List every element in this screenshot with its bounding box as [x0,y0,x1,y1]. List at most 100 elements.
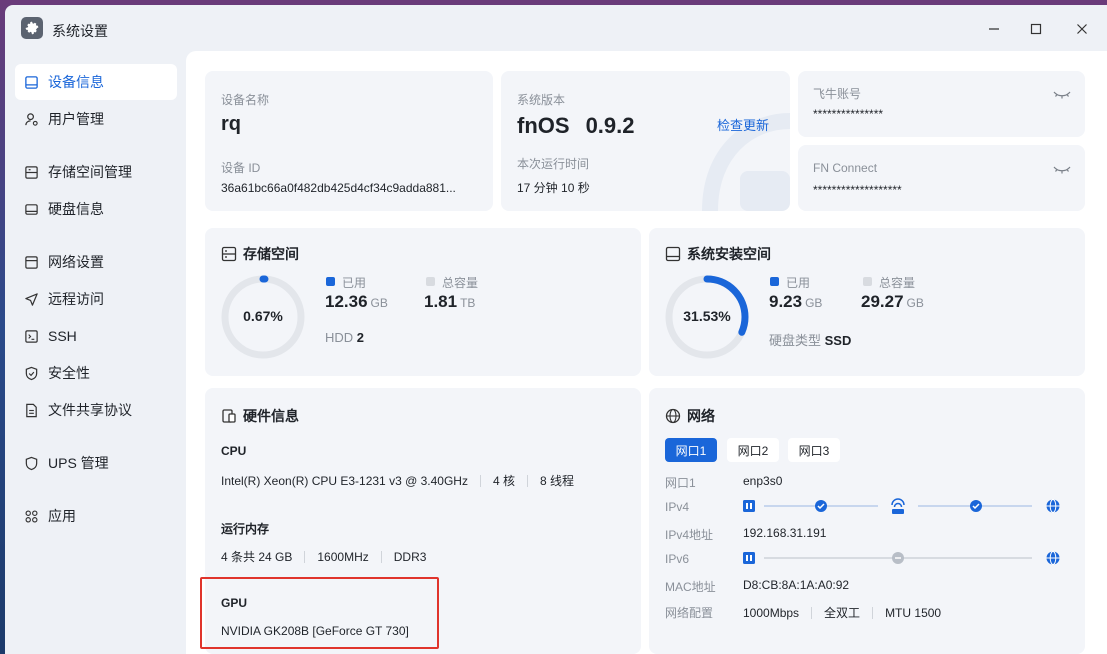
sidebar-item-device-info[interactable]: 设备信息 [15,64,177,100]
fn-connect-value: ******************* [813,183,902,197]
mac-value: D8:CB:8A:1A:A0:92 [743,578,850,592]
hardware-title: 硬件信息 [221,406,299,426]
sidebar-item-users[interactable]: 用户管理 [15,101,177,137]
check-update-link[interactable]: 检查更新 [717,115,769,134]
total-legend-dot [426,277,435,286]
memory-size: 4 条共 24 GB [221,550,293,564]
storage-icon [23,164,39,180]
ipv4-connection-path [743,498,1060,514]
os-name: fnOS [517,113,570,138]
ipv4-label: IPv4 [665,500,690,514]
sidebar-item-label: SSH [48,328,77,344]
sidebar-item-label: 网络设置 [48,254,104,270]
ipv4-address-label: IPv4地址 [665,528,714,542]
sidebar-item-ssh[interactable]: SSH [15,318,177,354]
feiniu-account-value: *************** [813,107,884,121]
device-card: 设备名称 rq 设备 ID 36a61bc66a0f482db425d4cf34… [205,71,493,211]
feiniu-account-card: 飞牛账号 *************** [798,71,1085,137]
storage-title-text: 存储空间 [243,246,299,262]
cpu-threads: 8 线程 [539,474,574,488]
server-icon [743,552,755,564]
used-legend-dot [326,277,335,286]
sidebar-item-ups[interactable]: UPS 管理 [15,445,177,481]
cpu-label: CPU [221,444,247,458]
server-icon [743,500,755,512]
sidebar-item-disks[interactable]: 硬盘信息 [15,191,177,227]
used-legend-dot [770,277,779,286]
system-disk-type: 硬盘类型 SSD [769,333,852,348]
network-config-value: 1000Mbps 全双工 MTU 1500 [743,604,941,621]
system-install-total-value: 29.27 GB [861,292,924,311]
sidebar-item-security[interactable]: 安全性 [15,355,177,391]
memory-type: DDR3 [393,549,427,564]
sidebar: 设备信息 用户管理 存储空间管理 硬盘信息 网络设置 远程访问 SSH 安全性 [5,51,185,654]
tab-port-1[interactable]: 网口1 [665,438,717,462]
fn-connect-label: FN Connect [813,161,878,175]
file-icon [23,402,39,418]
user-icon [23,111,39,127]
maximize-button[interactable] [1025,18,1047,40]
storage-used-value: 12.36 GB [325,292,388,311]
system-disk-icon [665,246,681,262]
globe-icon [665,408,681,424]
storage-total-value: 1.81 TB [424,292,476,311]
apps-icon [23,508,39,524]
sidebar-item-storage[interactable]: 存储空间管理 [15,154,177,190]
system-install-total-label: 总容量 [879,276,916,290]
network-icon [23,254,39,270]
network-title-text: 网络 [687,408,715,424]
terminal-icon [23,328,39,344]
settings-window: 系统设置 设备信息 用户管理 存储空间管理 硬盘信息 网络设置 远程访问 SSH… [5,5,1107,654]
tab-port-2[interactable]: 网口2 [727,438,779,462]
remote-icon [23,291,39,307]
system-version: fnOS 0.9.2 [517,113,635,139]
mtu-value: MTU 1500 [885,605,942,620]
ipv4-address-value: 192.168.31.191 [743,526,827,540]
link-speed: 1000Mbps [743,605,800,620]
eye-hidden-icon[interactable] [1053,88,1071,100]
total-legend-dot [863,277,872,286]
device-id-label: 设备 ID [221,161,261,175]
sidebar-item-label: 安全性 [48,365,90,381]
system-install-title: 系统安装空间 [665,244,771,264]
device-name: rq [221,113,241,135]
gpu-highlight-box [200,577,439,649]
sidebar-item-apps[interactable]: 应用 [15,498,177,534]
close-button[interactable] [1071,18,1093,40]
storage-card: 存储空间 0.67% 已用 12.36 GB 总容量 1.81 TB HDD 2 [205,228,641,376]
disk-icon [23,201,39,217]
port-value: enp3s0 [743,474,783,488]
system-install-used-value: 9.23 GB [769,292,823,311]
minimize-button[interactable] [983,18,1005,40]
storage-title: 存储空间 [221,244,299,264]
network-title: 网络 [665,406,715,426]
uptime-label: 本次运行时间 [517,157,590,171]
sidebar-item-label: 用户管理 [48,111,104,127]
storage-percent: 0.67% [243,308,283,324]
sidebar-item-label: 存储空间管理 [48,164,132,180]
main-content: 设备名称 rq 设备 ID 36a61bc66a0f482db425d4cf34… [186,51,1107,654]
sidebar-item-remote[interactable]: 远程访问 [15,281,177,317]
cpu-cores: 4 核 [492,474,515,488]
sidebar-item-file-sharing[interactable]: 文件共享协议 [15,392,177,428]
sidebar-item-label: UPS 管理 [48,455,109,471]
eye-hidden-icon[interactable] [1053,163,1071,175]
ipv6-label: IPv6 [665,552,690,566]
storage-icon [221,246,237,262]
system-install-card: 系统安装空间 31.53% 已用 9.23 GB 总容量 29.27 GB 硬盘类型… [649,228,1085,376]
hardware-icon [222,409,236,423]
system-version-label: 系统版本 [517,93,566,107]
device-name-label: 设备名称 [221,93,270,107]
sidebar-item-network[interactable]: 网络设置 [15,244,177,280]
network-card: 网络 网口1 网口2 网口3 网口1 enp3s0 IPv4 IPv4地址 19… [649,388,1085,654]
sidebar-item-label: 硬盘信息 [48,201,104,217]
sidebar-item-label: 应用 [48,508,76,524]
ipv6-connection-path [743,551,1060,565]
tab-port-3[interactable]: 网口3 [788,438,840,462]
settings-app-icon [21,17,43,39]
cpu-info: Intel(R) Xeon(R) CPU E3-1231 v3 @ 3.40GH… [221,472,574,489]
feiniu-account-label: 飞牛账号 [813,87,862,101]
sidebar-item-label: 设备信息 [48,74,104,90]
network-port-tabs: 网口1 网口2 网口3 [665,438,865,462]
shield-icon [23,365,39,381]
